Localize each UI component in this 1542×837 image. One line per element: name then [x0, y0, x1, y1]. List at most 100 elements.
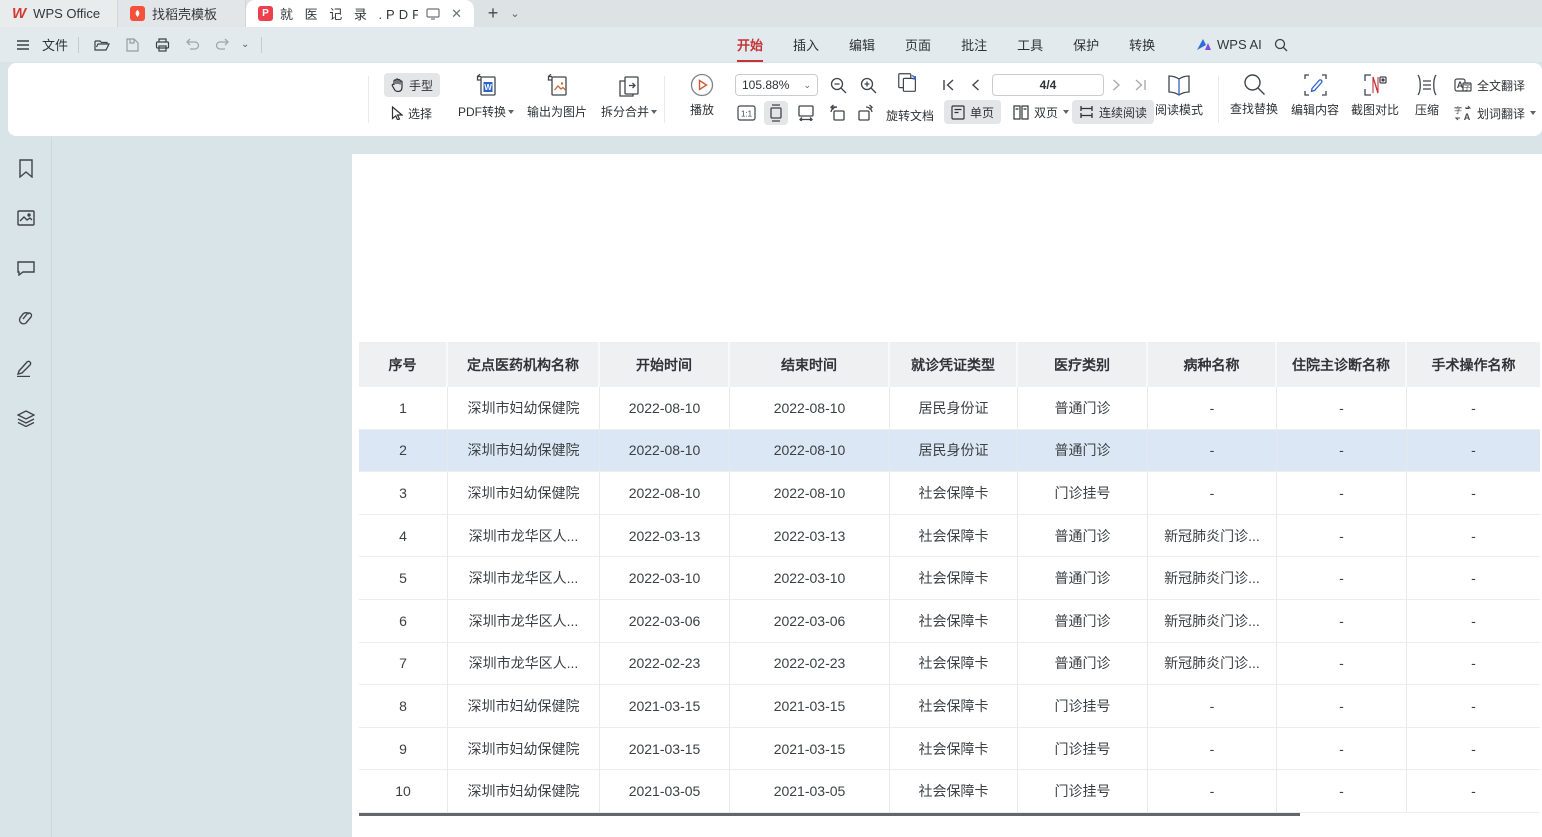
- menu-item-1[interactable]: 插入: [793, 35, 819, 54]
- close-tab-icon[interactable]: ✕: [451, 6, 462, 22]
- column-header: 序号: [359, 342, 448, 387]
- word-translate-button[interactable]: 字A 划词翻译: [1450, 101, 1540, 125]
- print-icon[interactable]: [149, 33, 175, 57]
- find-replace-icon: [1243, 73, 1266, 96]
- bookmark-icon[interactable]: [12, 154, 40, 182]
- continuous-read-icon: [1079, 105, 1094, 119]
- menu-item-0[interactable]: 开始: [737, 35, 763, 54]
- wps-logo-icon: W: [12, 5, 26, 22]
- hand-tool-button[interactable]: 手型: [384, 73, 440, 97]
- search-icon[interactable]: [1268, 33, 1294, 57]
- page-number-input[interactable]: 4/4: [992, 74, 1104, 96]
- table-cell: 社会保障卡: [890, 685, 1018, 728]
- comment-icon[interactable]: [12, 254, 40, 282]
- menu-item-4[interactable]: 批注: [961, 35, 987, 54]
- menu-item-6[interactable]: 保护: [1073, 35, 1099, 54]
- signature-pen-icon[interactable]: [12, 354, 40, 382]
- table-cell: 普通门诊: [1018, 557, 1148, 600]
- tab-wps-office[interactable]: W WPS Office: [0, 0, 118, 27]
- window-tab-bar: W WPS Office 找稻壳模板 P 就 医 记 录 .PDF ✕ + ⌄: [0, 0, 1542, 27]
- file-menu[interactable]: 文件: [42, 35, 68, 54]
- menu-item-7[interactable]: 转换: [1129, 35, 1155, 54]
- table-cell: 居民身份证: [890, 430, 1018, 473]
- table-cell: 深圳市龙华区人...: [448, 515, 600, 558]
- hamburger-menu-icon[interactable]: [10, 33, 36, 57]
- monitor-share-icon[interactable]: [425, 6, 441, 22]
- rotate-right-button[interactable]: [854, 101, 878, 125]
- pdf-page: 序号定点医药机构名称开始时间结束时间就诊凭证类型医疗类别病种名称住院主诊断名称手…: [352, 154, 1542, 837]
- table-row: 9深圳市妇幼保健院2021-03-152021-03-15社会保障卡门诊挂号--…: [359, 728, 1540, 771]
- read-mode-button[interactable]: 阅读模式: [1144, 73, 1214, 118]
- table-cell: 2021-03-15: [600, 728, 730, 771]
- document-title: 就 医 记 录 .PDF: [280, 4, 418, 23]
- table-cell: 2022-03-13: [730, 515, 890, 558]
- single-page-icon: [951, 105, 965, 120]
- table-cell: 深圳市妇幼保健院: [448, 472, 600, 515]
- tab-docker-templates[interactable]: 找稻壳模板: [118, 0, 246, 27]
- table-cell: -: [1277, 600, 1407, 643]
- new-tab-button[interactable]: +: [480, 0, 506, 26]
- single-page-button[interactable]: 单页: [944, 100, 1001, 124]
- redo-icon[interactable]: [209, 33, 235, 57]
- pdf-convert-button[interactable]: W PDF转换: [450, 73, 522, 120]
- svg-text:字: 字: [1454, 105, 1462, 115]
- chevron-down-icon: [508, 110, 514, 114]
- rotate-left-button[interactable]: [824, 101, 848, 125]
- full-translate-button[interactable]: A字 全文翻译: [1450, 73, 1529, 97]
- menu-item-5[interactable]: 工具: [1017, 35, 1043, 54]
- table-cell: 居民身份证: [890, 387, 1018, 430]
- zoom-out-button[interactable]: [826, 73, 850, 97]
- divider: [368, 76, 369, 123]
- fit-page-button[interactable]: [764, 101, 788, 125]
- export-image-icon: [545, 73, 569, 99]
- divider: [78, 37, 79, 53]
- table-cell: 社会保障卡: [890, 472, 1018, 515]
- open-file-icon[interactable]: [89, 33, 115, 57]
- table-cell: 2021-03-15: [730, 685, 890, 728]
- table-cell: 9: [359, 728, 448, 771]
- first-page-button[interactable]: [936, 73, 960, 97]
- table-cell: 2: [359, 430, 448, 473]
- continuous-read-button[interactable]: 连续阅读: [1072, 100, 1154, 124]
- zoom-in-button[interactable]: [856, 73, 880, 97]
- undo-icon[interactable]: [179, 33, 205, 57]
- menu-item-3[interactable]: 页面: [905, 35, 931, 54]
- compress-button[interactable]: 压缩: [1398, 73, 1456, 118]
- rotate-pages-icon[interactable]: [896, 71, 920, 95]
- actual-size-button[interactable]: 1:1: [734, 101, 758, 125]
- table-cell: -: [1407, 770, 1540, 813]
- table-cell: -: [1277, 685, 1407, 728]
- fit-width-button[interactable]: [794, 101, 818, 125]
- svg-text:1:1: 1:1: [740, 110, 752, 119]
- save-icon[interactable]: [119, 33, 145, 57]
- table-bottom-border: [359, 813, 1300, 816]
- table-cell: 2021-03-05: [600, 770, 730, 813]
- select-tool-button[interactable]: 选择: [384, 101, 439, 125]
- table-cell: -: [1407, 430, 1540, 473]
- play-button[interactable]: 播放: [666, 73, 738, 118]
- next-page-button[interactable]: [1104, 73, 1128, 97]
- wps-ai-menu[interactable]: WPS AI: [1196, 37, 1262, 52]
- thumbnail-image-icon[interactable]: [12, 204, 40, 232]
- layers-icon[interactable]: [12, 404, 40, 432]
- table-cell: 普通门诊: [1018, 387, 1148, 430]
- attachment-icon[interactable]: [12, 304, 40, 332]
- tab-document-active[interactable]: P 就 医 记 录 .PDF ✕: [246, 0, 474, 27]
- svg-text:字: 字: [1463, 82, 1471, 92]
- zoom-level-select[interactable]: 105.88% ⌄: [735, 74, 818, 96]
- rotate-doc-label[interactable]: 旋转文档: [886, 107, 934, 124]
- table-cell: -: [1277, 557, 1407, 600]
- tab-list-chevron-icon[interactable]: ⌄: [506, 0, 524, 26]
- more-actions-chevron-icon[interactable]: ⌄: [241, 39, 249, 50]
- table-cell: -: [1407, 557, 1540, 600]
- menu-item-2[interactable]: 编辑: [849, 35, 875, 54]
- previous-page-button[interactable]: [963, 73, 987, 97]
- export-image-button[interactable]: 输出为图片: [521, 73, 593, 120]
- table-cell: 深圳市妇幼保健院: [448, 728, 600, 771]
- column-header: 定点医药机构名称: [448, 342, 600, 387]
- split-merge-button[interactable]: 拆分合并: [593, 73, 665, 120]
- table-cell: 深圳市妇幼保健院: [448, 770, 600, 813]
- table-cell: 2022-08-10: [600, 472, 730, 515]
- double-page-button[interactable]: 双页: [1006, 100, 1076, 124]
- table-cell: 2022-02-23: [730, 643, 890, 686]
